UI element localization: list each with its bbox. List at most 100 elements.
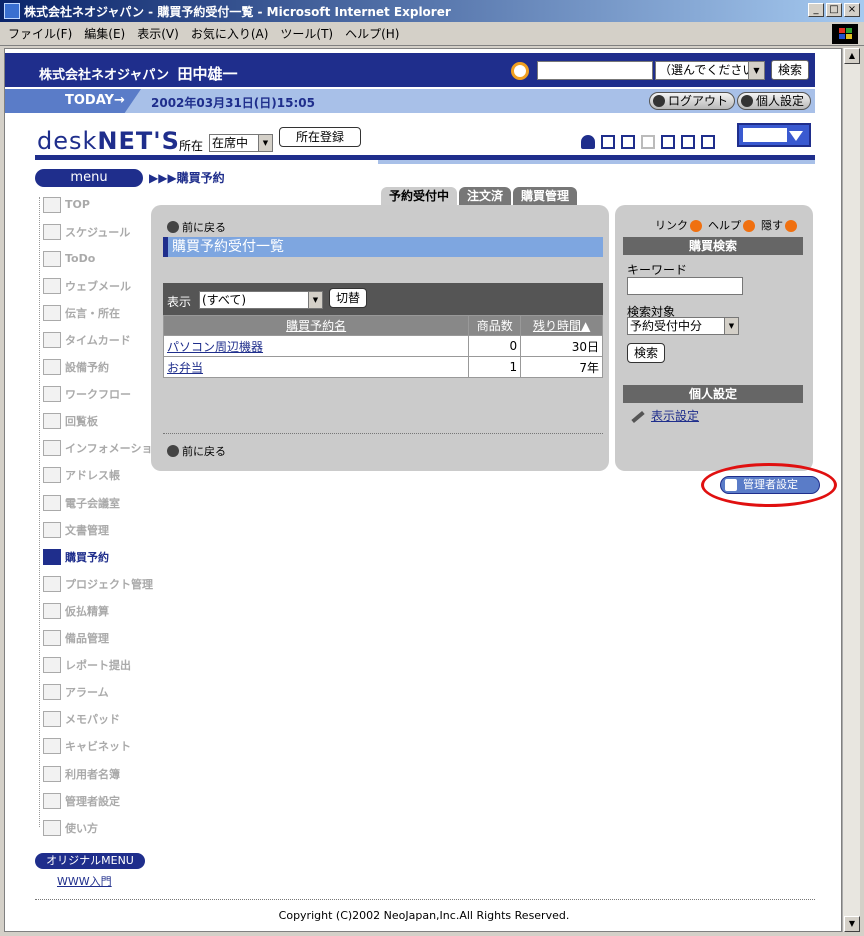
tab-ordered[interactable]: 注文済 xyxy=(459,187,512,205)
notepad-icon xyxy=(43,711,61,728)
item-count: 1 xyxy=(468,356,522,378)
sidebar-item-information[interactable]: インフォメーション xyxy=(35,435,163,462)
global-search-input[interactable] xyxy=(537,61,653,80)
menu-edit[interactable]: 編集(E) xyxy=(84,25,125,42)
menu-view[interactable]: 表示(V) xyxy=(137,25,179,42)
sidebar-item-purchase[interactable]: 購買予約 xyxy=(35,543,155,570)
tab-management[interactable]: 購買管理 xyxy=(513,187,578,205)
calendar-icon[interactable] xyxy=(681,135,695,149)
search-target-value: 予約受付中分 xyxy=(630,319,703,333)
reservation-table: 購買予約名 商品数 残り時間▲ パソコン周辺機器 0 30日 お弁当 1 7年 xyxy=(162,315,603,378)
tab-reservations[interactable]: 予約受付中 xyxy=(381,187,458,205)
org-chart-icon[interactable] xyxy=(601,135,615,149)
triangle-down-icon xyxy=(789,131,803,141)
chevron-down-icon: ▼ xyxy=(308,292,322,308)
location-register-button[interactable]: 所在登録 xyxy=(279,127,361,147)
location-select[interactable]: 在席中 ▼ xyxy=(209,134,273,152)
notebook-icon[interactable] xyxy=(701,135,715,149)
column-header-remaining[interactable]: 残り時間▲ xyxy=(520,315,603,336)
sidebar-item-memo[interactable]: メモパッド xyxy=(35,706,155,733)
sidebar-item-equipment[interactable]: 備品管理 xyxy=(35,625,155,652)
column-header-name[interactable]: 購買予約名 xyxy=(162,315,470,336)
sidebar-item-report[interactable]: レポート提出 xyxy=(35,652,155,679)
menu-file[interactable]: ファイル(F) xyxy=(8,25,72,42)
mail-icon[interactable] xyxy=(641,135,655,149)
sidebar-item-message[interactable]: 伝言・所在 xyxy=(35,299,155,326)
board-icon xyxy=(43,413,61,430)
sidebar-item-expense[interactable]: 仮払精算 xyxy=(35,597,155,624)
double-arrow-icon xyxy=(785,220,797,232)
pencil-icon xyxy=(631,410,645,423)
global-search-button[interactable]: 検索 xyxy=(771,60,809,80)
scroll-down-icon[interactable]: ▼ xyxy=(844,916,860,932)
back-link-top[interactable]: 前に戻る xyxy=(167,219,226,235)
reservation-link[interactable]: お弁当 xyxy=(167,361,203,375)
menu-help[interactable]: ヘルプ(H) xyxy=(345,25,399,42)
memo-icon[interactable] xyxy=(661,135,675,149)
minimize-button[interactable]: _ xyxy=(808,3,824,17)
phone-icon[interactable] xyxy=(621,135,635,149)
vertical-scrollbar[interactable]: ▲ ▼ xyxy=(842,48,860,932)
menu-tools[interactable]: ツール(T) xyxy=(280,25,333,42)
today-label: TODAY→ xyxy=(5,89,141,113)
envelope-icon xyxy=(43,277,61,294)
sidebar-item-project[interactable]: プロジェクト管理 xyxy=(35,570,155,597)
reservation-link[interactable]: パソコン周辺機器 xyxy=(167,340,263,354)
sidebar-item-cabinet[interactable]: キャビネット xyxy=(35,733,155,760)
help-link[interactable]: ヘルプ xyxy=(708,217,755,233)
sidebar-item-address[interactable]: アドレス帳 xyxy=(35,462,155,489)
person-icon xyxy=(43,304,61,321)
display-settings-link[interactable]: 表示設定 xyxy=(631,407,699,424)
sidebar-item-timecard[interactable]: タイムカード xyxy=(35,326,155,353)
windows-logo-icon xyxy=(832,24,858,44)
purchase-tabs: 予約受付中 注文済 購買管理 xyxy=(381,187,578,205)
search-target-select[interactable]: 予約受付中分 ▼ xyxy=(627,317,739,335)
table-header-row: 購買予約名 商品数 残り時間▲ xyxy=(162,315,603,336)
sidebar-item-documents[interactable]: 文書管理 xyxy=(35,516,155,543)
personal-settings-button[interactable]: 個人設定 xyxy=(737,92,812,110)
chart-icon xyxy=(43,575,61,592)
admin-settings-button[interactable]: 管理者設定 xyxy=(720,476,820,494)
copyright: Copyright (C)2002 NeoJapan,Inc.All Right… xyxy=(278,909,570,922)
sidebar-item-howto[interactable]: 使い方 xyxy=(35,814,155,841)
table-row: お弁当 1 7年 xyxy=(162,356,603,378)
sidebar-item-top[interactable]: TOP xyxy=(35,191,155,218)
facility-icon xyxy=(43,359,61,376)
maximize-button[interactable]: □ xyxy=(826,3,842,17)
back-arrow-icon xyxy=(167,221,179,233)
menu-favorites[interactable]: お気に入り(A) xyxy=(191,25,269,42)
item-count: 0 xyxy=(468,335,522,357)
link-link[interactable]: リンク xyxy=(655,217,702,233)
current-datetime: 2002年03月31日(日)15:05 xyxy=(151,96,315,110)
main-panel: 前に戻る 購買予約受付一覧 表示 (すべて) ▼ 切替 購買予約名 商品数 残り… xyxy=(151,205,609,471)
user-icon[interactable] xyxy=(581,135,595,149)
filter-select[interactable]: (すべて) ▼ xyxy=(199,291,323,309)
sidebar-item-facility[interactable]: 設備予約 xyxy=(35,354,155,381)
sidebar-item-webmail[interactable]: ウェブメール xyxy=(35,272,155,299)
sidebar-item-forum[interactable]: 電子会議室 xyxy=(35,489,155,516)
forum-icon xyxy=(43,494,61,511)
logout-button[interactable]: ログアウト xyxy=(649,92,736,110)
close-button[interactable]: × xyxy=(844,3,860,17)
logout-icon xyxy=(653,95,665,107)
double-arrow-icon xyxy=(690,220,702,232)
keyword-input[interactable] xyxy=(627,277,743,295)
personal-settings-heading: 個人設定 xyxy=(623,385,803,403)
sidebar-item-workflow[interactable]: ワークフロー xyxy=(35,381,155,408)
sidebar-item-admin[interactable]: 管理者設定 xyxy=(35,787,155,814)
hide-link[interactable]: 隠す xyxy=(761,217,797,233)
filter-switch-button[interactable]: 切替 xyxy=(329,288,367,308)
www-intro-link[interactable]: WWW入門 xyxy=(57,873,112,889)
back-link-bottom[interactable]: 前に戻る xyxy=(167,443,226,459)
scroll-up-icon[interactable]: ▲ xyxy=(844,48,860,64)
chevron-down-icon: ▼ xyxy=(724,318,738,334)
screen-toggle-button[interactable] xyxy=(737,123,811,147)
sidebar-item-schedule[interactable]: スケジュール xyxy=(35,218,155,245)
sidebar-item-circular[interactable]: 回覧板 xyxy=(35,408,155,435)
sidebar-item-directory[interactable]: 利用者名簿 xyxy=(35,760,155,787)
search-scope-select[interactable]: （選んでください） ▼ xyxy=(655,61,766,80)
side-search-button[interactable]: 検索 xyxy=(627,343,665,363)
sidebar-item-alarm[interactable]: アラーム xyxy=(35,679,155,706)
sidebar-item-todo[interactable]: ToDo xyxy=(35,245,155,272)
cart-icon xyxy=(43,548,61,565)
